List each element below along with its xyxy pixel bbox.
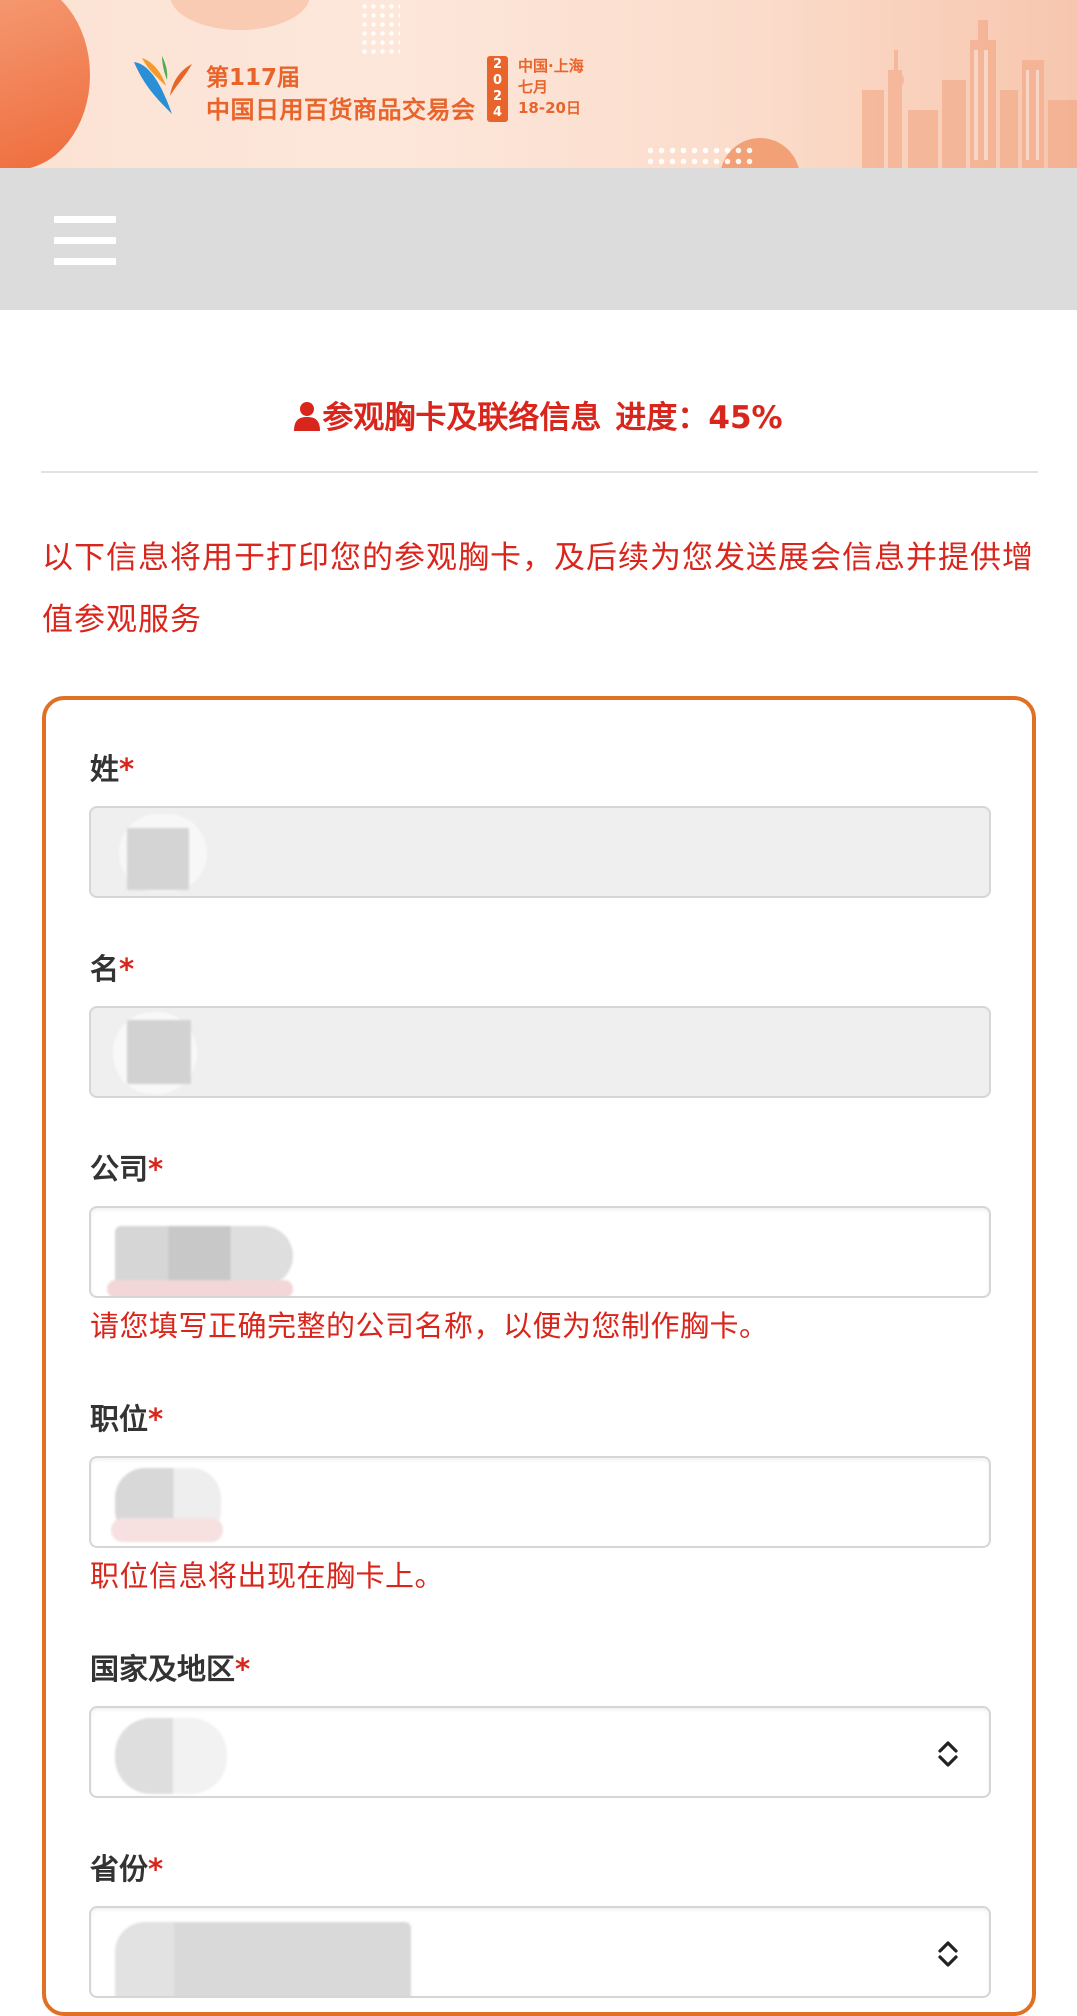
year-digit: 0 (492, 73, 503, 88)
job-title-field[interactable] (89, 1456, 991, 1548)
year-digit: 2 (492, 89, 503, 104)
surname-input[interactable] (91, 808, 989, 896)
year-digit: 2 (492, 57, 503, 72)
event-banner: 第117届 中国日用百货商品交易会 2 0 2 4 中国·上海 七月 18-20… (0, 0, 1077, 168)
given-name-input[interactable] (91, 1008, 989, 1096)
notice-text: 以下信息将用于打印您的参观胸卡，及后续为您发送展会信息并提供增值参观服务 (42, 540, 1034, 638)
progress-value: 45% (708, 400, 783, 436)
divider (41, 471, 1038, 473)
progress-label: 进度： (615, 400, 709, 436)
field-label-given-name: 名* (90, 952, 135, 986)
province-select[interactable] (89, 1906, 991, 1998)
section-heading: 参观胸卡及联络信息 进度：45% (0, 392, 1077, 437)
select-updown-icon (938, 1941, 958, 1967)
select-updown-icon (938, 1741, 958, 1767)
surname-field[interactable] (89, 806, 991, 898)
field-label-country: 国家及地区* (90, 1652, 251, 1686)
field-label-province: 省份* (90, 1852, 164, 1886)
country-select[interactable] (89, 1706, 991, 1798)
redacted-value (115, 1922, 411, 1996)
field-label-job-title: 职位* (90, 1402, 164, 1436)
banner-title-fair: 中国日用百货商品交易会 (206, 96, 476, 124)
company-hint: 请您填写正确完整的公司名称，以便为您制作胸卡。 (90, 1309, 769, 1343)
user-icon (294, 402, 321, 431)
hamburger-menu-icon[interactable] (54, 216, 118, 266)
decorative-circle (170, 0, 310, 30)
decorative-circle (0, 0, 90, 168)
redacted-value (107, 1280, 293, 1296)
event-logo-icon (134, 56, 192, 114)
top-nav-bar (0, 168, 1077, 310)
decorative-dots (360, 2, 400, 57)
job-title-input[interactable] (91, 1458, 989, 1546)
city-skyline-icon (862, 20, 1077, 168)
banner-dates: 18-20日 (518, 99, 581, 117)
redacted-value (111, 1518, 223, 1542)
banner-month: 七月 (518, 78, 549, 96)
banner-title-edition: 第117届 (206, 65, 301, 91)
year-digit: 4 (492, 105, 503, 120)
section-title: 参观胸卡及联络信息 (322, 400, 602, 436)
redacted-value (115, 1226, 293, 1286)
decorative-dots (645, 145, 755, 167)
banner-year: 2 0 2 4 (487, 56, 508, 122)
banner-location: 中国·上海 (518, 57, 584, 75)
company-field[interactable] (89, 1206, 991, 1298)
job-title-hint: 职位信息将出现在胸卡上。 (90, 1559, 445, 1593)
banner-event-info: 中国·上海 七月 18-20日 (518, 56, 584, 119)
redacted-value (127, 828, 189, 890)
given-name-field[interactable] (89, 1006, 991, 1098)
redacted-value (127, 1020, 191, 1084)
field-label-surname: 姓* (90, 752, 135, 786)
field-label-company: 公司* (90, 1152, 164, 1186)
redacted-value (115, 1718, 227, 1794)
